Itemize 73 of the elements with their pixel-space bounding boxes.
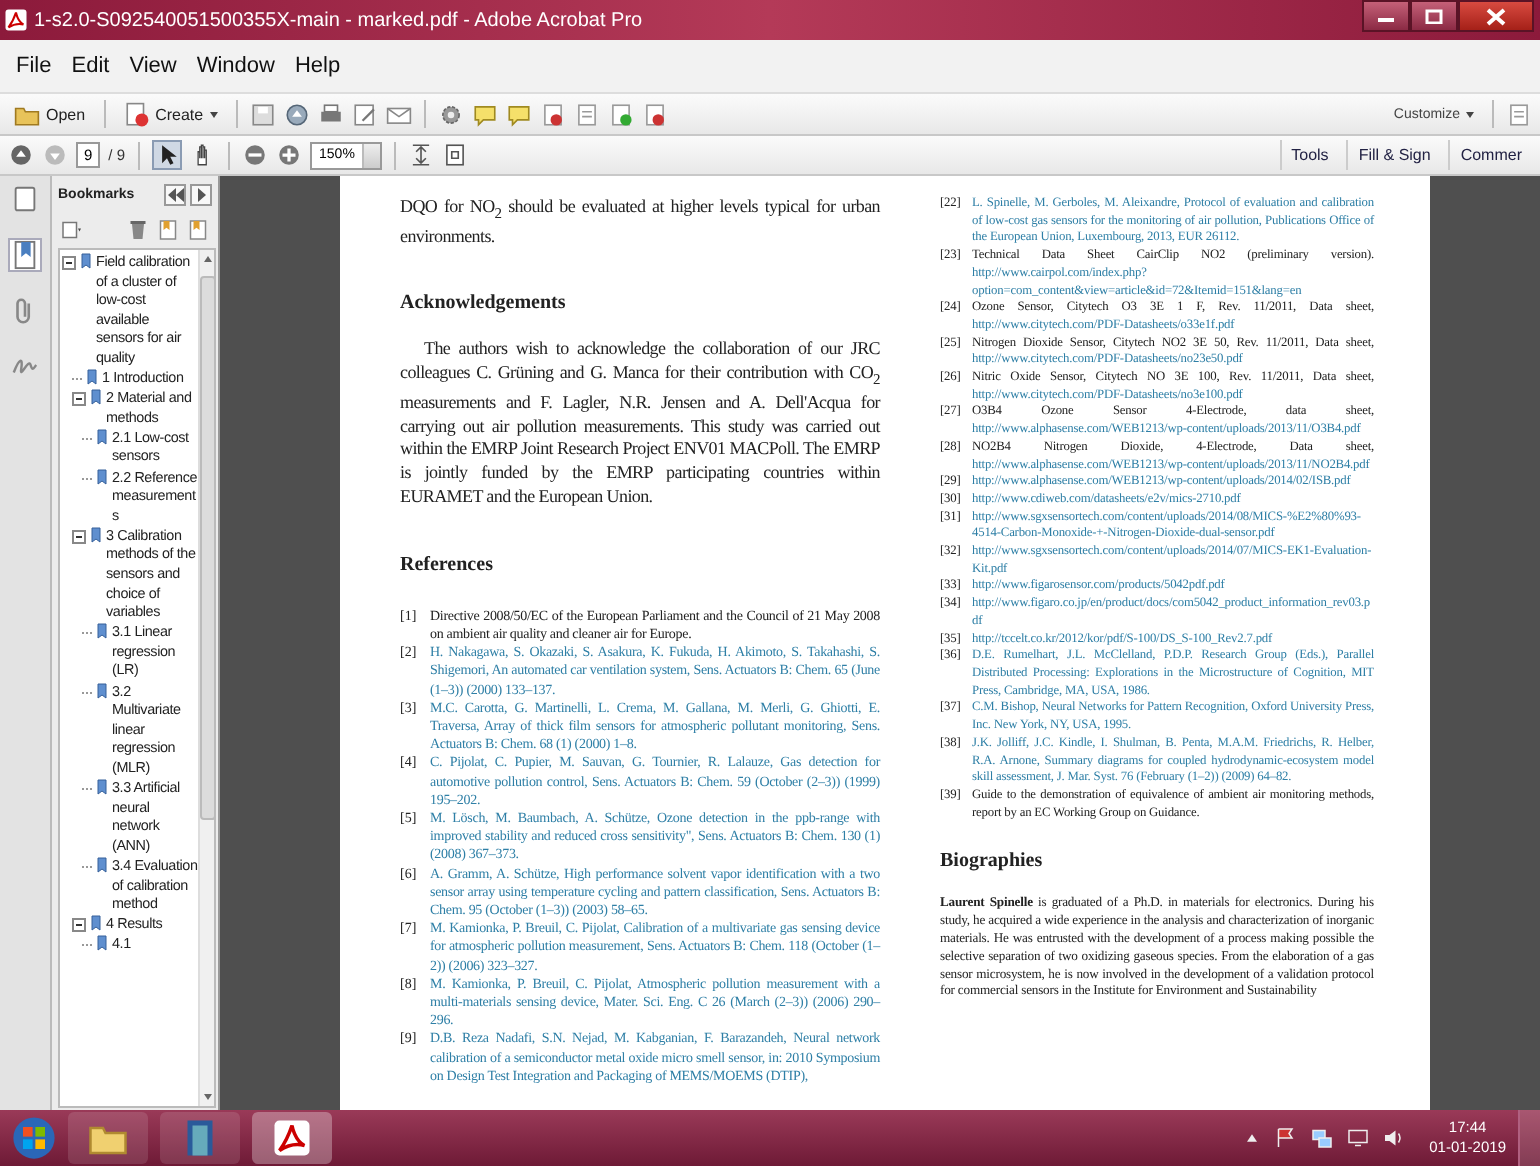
taskbar-app[interactable] xyxy=(160,1112,240,1164)
page-thumbnails-icon[interactable] xyxy=(10,184,40,214)
panel-tab[interactable]: Fill & Sign xyxy=(1346,140,1441,170)
maximize-icon xyxy=(1424,8,1444,24)
print-icon[interactable] xyxy=(317,101,344,127)
previous-page-icon[interactable] xyxy=(8,142,34,168)
paragraph: The authors wish to acknowledge the collaboration of our JRC colleagues C. Grüning and G. Manca for their contribution with CO$_{2}$ measurements and F. Lagler, N.R. Jensen and A. Dell'Acqua for carrying out air pollution measurements. This study was carried out within the EMRP Joint Research Project ENV01 MACPoll. The EMRP is jointly funded by the EMRP participating countries within EURAMET and the European Union. xyxy=(400,338,880,510)
collapse-toggle[interactable] xyxy=(72,529,86,544)
maximize-button[interactable] xyxy=(1410,0,1458,32)
new-bookmark-icon[interactable] xyxy=(186,218,210,242)
bookmark-icon xyxy=(94,855,110,874)
caret-icon xyxy=(209,111,218,117)
document-icon[interactable] xyxy=(539,101,566,127)
paragraph: DQO for NO$_{2}$ should be evaluated at higher levels typical for urban environments. xyxy=(400,196,880,249)
document-icon[interactable] xyxy=(607,101,634,127)
taskbar-app[interactable] xyxy=(68,1112,148,1164)
bookmark-icon xyxy=(88,525,104,544)
comment-icon[interactable] xyxy=(505,101,532,127)
zoom-out-icon[interactable] xyxy=(241,142,268,168)
window-title: 1-s2.0-S092540051500355X-main - marked.pdf - Adobe Acrobat Pro xyxy=(34,9,645,31)
menu-item[interactable]: View xyxy=(121,50,185,82)
options-icon[interactable] xyxy=(60,218,84,242)
menu-item[interactable]: Edit xyxy=(63,50,118,82)
section-heading: Biographies xyxy=(940,850,1045,873)
document-icon[interactable] xyxy=(573,101,600,127)
bookmark-icon xyxy=(94,467,110,486)
bookmark-icon xyxy=(94,427,110,446)
document-icon xyxy=(123,101,150,127)
taskbar-app[interactable] xyxy=(252,1112,332,1164)
create-button[interactable]: Create xyxy=(117,99,224,129)
document-icon[interactable] xyxy=(641,101,668,127)
network-icon[interactable] xyxy=(1309,1126,1334,1150)
open-button[interactable]: Open xyxy=(8,99,92,129)
collapse-toggle[interactable] xyxy=(62,256,76,270)
minimize-button[interactable] xyxy=(1362,0,1410,32)
panel-tab[interactable]: Tools xyxy=(1279,140,1339,170)
zoom-in-icon[interactable] xyxy=(275,142,302,168)
bookmark-icon xyxy=(78,252,94,270)
monitor-icon[interactable] xyxy=(1345,1126,1370,1150)
fit-width-icon[interactable] xyxy=(408,142,435,168)
collapse-panel-icon[interactable] xyxy=(164,183,186,205)
bookmark-icon xyxy=(94,778,110,797)
delete-icon[interactable] xyxy=(126,218,150,242)
bookmark-icon xyxy=(94,622,110,641)
edit-icon[interactable] xyxy=(351,101,378,127)
menu-item[interactable]: Window xyxy=(188,50,283,82)
flag-icon[interactable] xyxy=(1273,1126,1298,1150)
comment-icon[interactable] xyxy=(471,101,498,127)
app-icon xyxy=(272,1118,312,1158)
bookmark-icon xyxy=(94,681,110,700)
section-heading: Acknowledgements xyxy=(400,292,568,315)
close-button[interactable] xyxy=(1458,0,1534,32)
close-icon xyxy=(1486,7,1506,25)
expand-panel-icon[interactable] xyxy=(190,183,212,205)
menu-item[interactable]: File xyxy=(8,50,60,82)
collapse-toggle[interactable] xyxy=(72,918,86,933)
document-icon[interactable] xyxy=(1506,101,1532,127)
start-button[interactable] xyxy=(12,1116,56,1160)
app-icon xyxy=(4,8,28,32)
select-tool-icon[interactable] xyxy=(151,140,182,170)
settings-icon[interactable] xyxy=(437,101,464,127)
scrollbar[interactable] xyxy=(198,250,214,1106)
volume-icon[interactable] xyxy=(1381,1126,1406,1150)
caret-icon xyxy=(1466,111,1474,117)
bookmarks-icon[interactable] xyxy=(8,238,42,272)
collapse-toggle[interactable] xyxy=(72,392,86,407)
upload-icon[interactable] xyxy=(283,101,310,127)
section-heading: References xyxy=(400,553,495,576)
new-bookmark-icon[interactable] xyxy=(156,218,180,242)
menu-item[interactable]: Help xyxy=(286,50,349,82)
save-icon[interactable] xyxy=(249,101,276,127)
panel-tab[interactable]: Commer xyxy=(1448,140,1532,170)
fit-page-icon[interactable] xyxy=(442,142,469,168)
